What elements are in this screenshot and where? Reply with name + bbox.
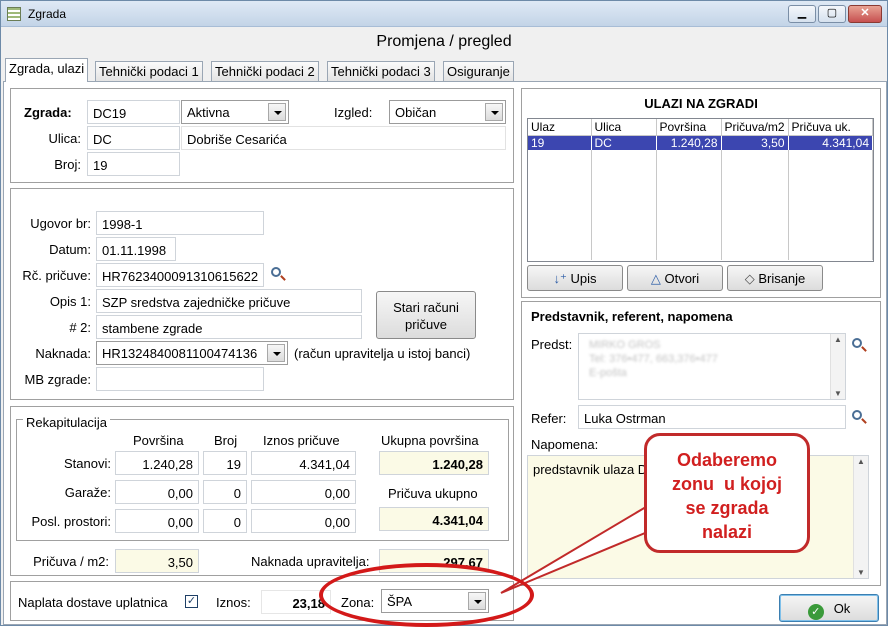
callout-line-4: nalazi: [701, 522, 753, 542]
callout-line-2: zonu u kojoj: [672, 474, 782, 494]
callout-box: Odaberemo zonu u kojoj se zgrada nalazi: [644, 433, 810, 553]
chevron-down-icon[interactable]: [468, 592, 486, 610]
zona-value: ŠPA: [387, 594, 413, 609]
zona-select[interactable]: ŠPA: [381, 589, 489, 613]
callout-line-3: se zgrada: [685, 498, 769, 518]
zona-label: Zona:: [341, 595, 375, 610]
app-window: Zgrada ▁ ▢ ✕ Promjena / pregled Zgrada, …: [0, 0, 888, 627]
callout-line-1: Odaberemo: [676, 450, 778, 470]
